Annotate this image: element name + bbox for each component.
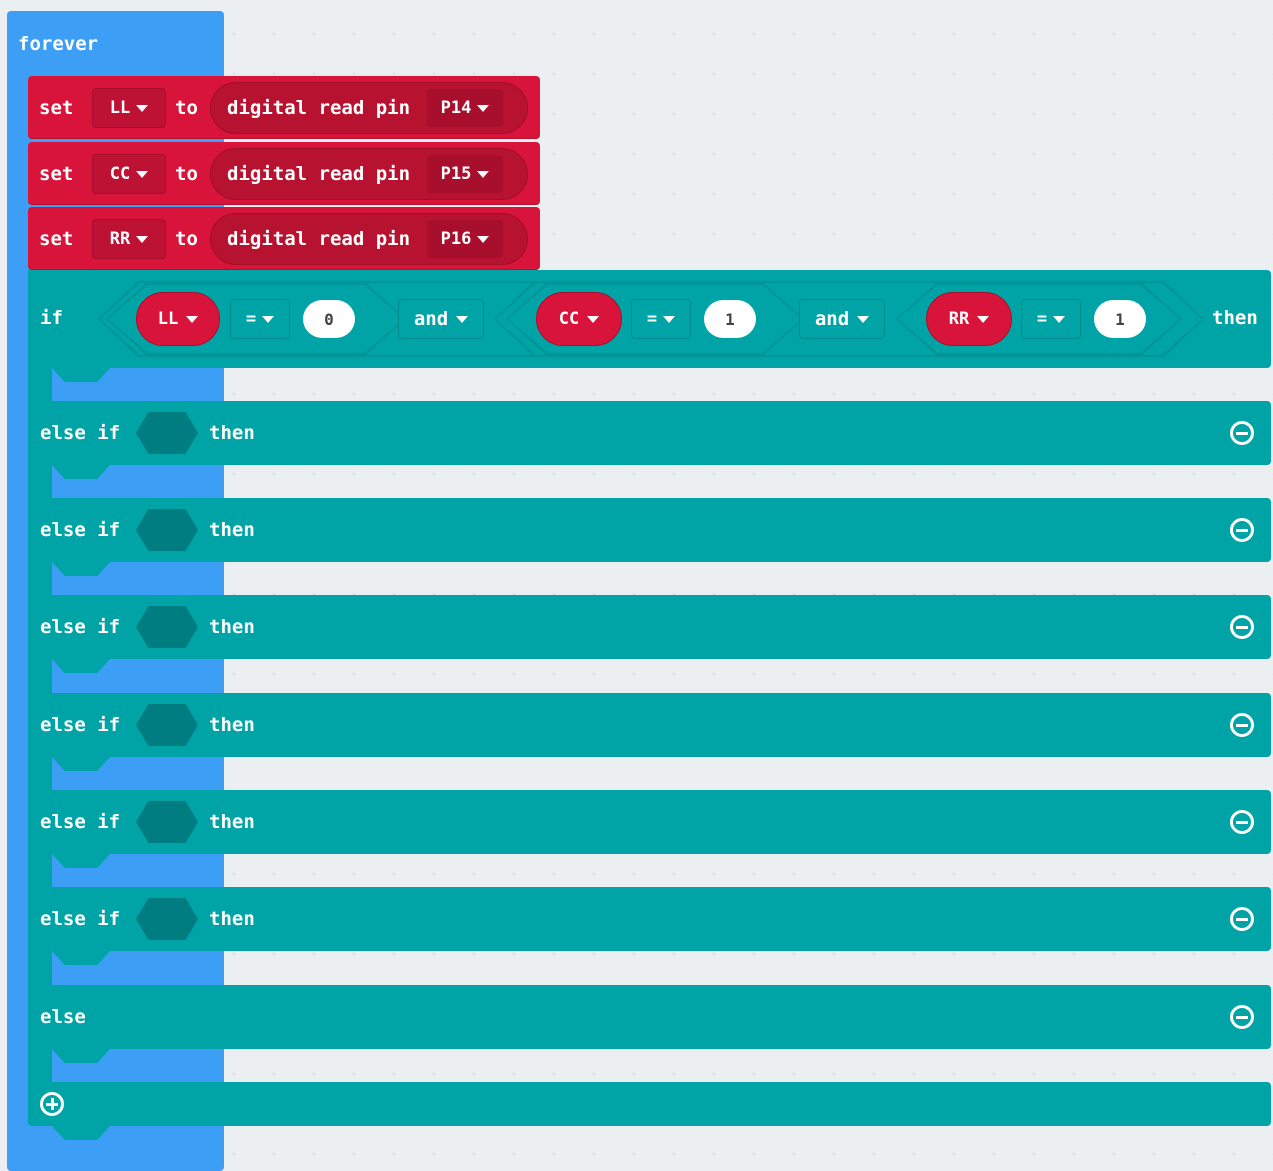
- pin-dropdown-p15[interactable]: P15: [427, 155, 503, 193]
- else-if-label: else if: [40, 714, 121, 736]
- caret-down-icon: [857, 315, 870, 323]
- variable-name: CC: [109, 164, 131, 184]
- pin-dropdown-p16[interactable]: P16: [427, 220, 503, 258]
- digital-read-pin-block[interactable]: digital read pin P14: [210, 82, 528, 134]
- set-label: set: [39, 228, 74, 250]
- else-if-clause[interactable]: else if then: [28, 887, 1271, 951]
- variable-dropdown-ll[interactable]: LL: [92, 88, 166, 128]
- minus-circle-icon[interactable]: [1230, 713, 1254, 737]
- then-label: then: [209, 714, 255, 736]
- then-label: then: [209, 422, 255, 444]
- set-label: set: [39, 163, 74, 185]
- minus-circle-icon[interactable]: [1230, 810, 1254, 834]
- empty-condition-slot[interactable]: [136, 509, 198, 551]
- then-label: then: [209, 616, 255, 638]
- then-label: then: [209, 908, 255, 930]
- pin-dropdown-p14[interactable]: P14: [427, 89, 503, 127]
- number-input[interactable]: 0: [303, 300, 355, 338]
- else-clause[interactable]: else: [28, 985, 1271, 1049]
- else-if-label: else if: [40, 422, 121, 444]
- digital-read-pin-block[interactable]: digital read pin P15: [210, 148, 528, 200]
- to-label: to: [175, 163, 198, 185]
- digital-read-label: digital read pin: [227, 228, 411, 250]
- set-block-ll[interactable]: set LL to digital read pin P14: [28, 76, 540, 139]
- variable-ll[interactable]: LL: [136, 292, 220, 346]
- if-header[interactable]: if LL = 0 and CC = 1 and RR = 1 then: [28, 270, 1271, 368]
- else-if-label: else if: [40, 908, 121, 930]
- empty-condition-slot[interactable]: [136, 412, 198, 454]
- variable-dropdown-rr[interactable]: RR: [92, 219, 166, 259]
- minus-circle-icon[interactable]: [1230, 907, 1254, 931]
- operator-dropdown[interactable]: =: [230, 299, 290, 339]
- empty-condition-slot[interactable]: [136, 606, 198, 648]
- forever-label: forever: [18, 33, 99, 55]
- caret-down-icon: [136, 170, 149, 178]
- joiner-label: and: [413, 308, 449, 330]
- pin-name: P16: [440, 229, 472, 249]
- then-label: then: [1212, 307, 1258, 329]
- operator: =: [1036, 309, 1048, 329]
- caret-down-icon: [262, 315, 275, 323]
- then-label: then: [209, 811, 255, 833]
- variable-dropdown-cc[interactable]: CC: [92, 154, 166, 194]
- caret-down-icon: [136, 104, 149, 112]
- caret-down-icon: [186, 315, 199, 323]
- else-if-label: else if: [40, 519, 121, 541]
- and-dropdown[interactable]: and: [398, 299, 484, 339]
- pin-name: P15: [440, 164, 472, 184]
- set-block-cc[interactable]: set CC to digital read pin P15: [28, 142, 540, 205]
- else-label: else: [40, 1006, 86, 1028]
- caret-down-icon: [477, 104, 490, 112]
- else-if-clause[interactable]: else if then: [28, 498, 1271, 562]
- to-label: to: [175, 97, 198, 119]
- else-if-clause[interactable]: else if then: [28, 595, 1271, 659]
- minus-circle-icon[interactable]: [1230, 615, 1254, 639]
- minus-circle-icon[interactable]: [1230, 518, 1254, 542]
- plus-circle-icon[interactable]: [40, 1092, 64, 1116]
- caret-down-icon: [136, 235, 149, 243]
- else-if-clause[interactable]: else if then: [28, 790, 1271, 854]
- variable-name: RR: [948, 309, 970, 329]
- caret-down-icon: [1053, 315, 1066, 323]
- variable-name: RR: [109, 229, 131, 249]
- joiner-label: and: [814, 308, 850, 330]
- else-if-clause[interactable]: else if then: [28, 401, 1271, 465]
- operator-dropdown[interactable]: =: [1021, 299, 1081, 339]
- else-if-label: else if: [40, 616, 121, 638]
- caret-down-icon: [663, 315, 676, 323]
- else-if-clause[interactable]: else if then: [28, 693, 1271, 757]
- variable-rr[interactable]: RR: [926, 292, 1012, 346]
- then-label: then: [209, 519, 255, 541]
- if-label: if: [40, 307, 63, 329]
- operator-dropdown[interactable]: =: [631, 299, 691, 339]
- set-block-rr[interactable]: set RR to digital read pin P16: [28, 207, 540, 270]
- digital-read-label: digital read pin: [227, 97, 411, 119]
- number-input[interactable]: 1: [704, 300, 756, 338]
- minus-circle-icon[interactable]: [1230, 1005, 1254, 1029]
- caret-down-icon: [456, 315, 469, 323]
- and-dropdown[interactable]: and: [799, 299, 885, 339]
- variable-name: CC: [558, 309, 580, 329]
- empty-condition-slot[interactable]: [136, 801, 198, 843]
- caret-down-icon: [477, 235, 490, 243]
- set-label: set: [39, 97, 74, 119]
- variable-name: LL: [109, 98, 131, 118]
- if-block-footer: [28, 1082, 1271, 1126]
- minus-circle-icon[interactable]: [1230, 421, 1254, 445]
- caret-down-icon: [977, 315, 990, 323]
- empty-condition-slot[interactable]: [136, 704, 198, 746]
- to-label: to: [175, 228, 198, 250]
- operator: =: [245, 309, 257, 329]
- caret-down-icon: [477, 170, 490, 178]
- else-if-label: else if: [40, 811, 121, 833]
- caret-down-icon: [587, 315, 600, 323]
- variable-cc[interactable]: CC: [536, 292, 622, 346]
- digital-read-pin-block[interactable]: digital read pin P16: [210, 213, 528, 265]
- pin-name: P14: [440, 98, 472, 118]
- variable-name: LL: [157, 309, 179, 329]
- number-input[interactable]: 1: [1094, 300, 1146, 338]
- operator: =: [646, 309, 658, 329]
- empty-condition-slot[interactable]: [136, 898, 198, 940]
- digital-read-label: digital read pin: [227, 163, 411, 185]
